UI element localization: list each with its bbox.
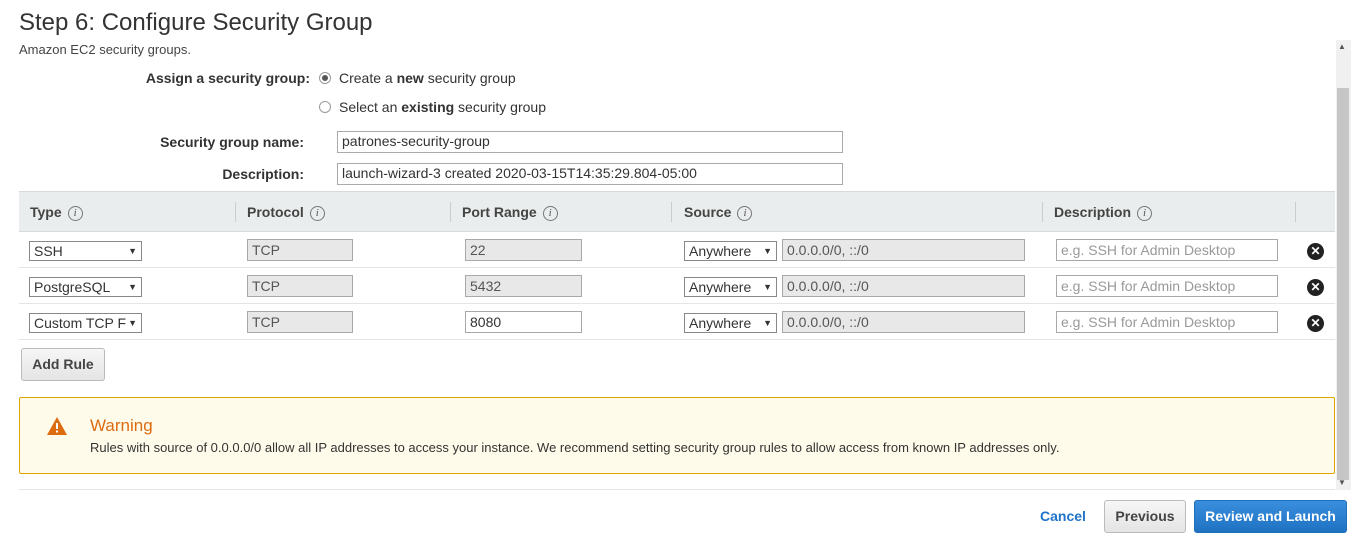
security-group-name-input[interactable]: patrones-security-group: [337, 131, 843, 153]
page-subtitle: Amazon EC2 security groups.: [19, 42, 191, 57]
rule-description-input[interactable]: e.g. SSH for Admin Desktop: [1056, 311, 1278, 333]
previous-button[interactable]: Previous: [1104, 500, 1186, 533]
protocol-field: TCP: [247, 275, 353, 297]
dropdown-arrow-icon: ▼: [128, 318, 137, 328]
table-header: Type i Protocol i Port Range i Source i Desc…: [19, 191, 1335, 232]
header-divider: [1295, 202, 1296, 222]
info-icon[interactable]: i: [737, 205, 753, 221]
info-icon[interactable]: i: [542, 205, 558, 221]
table-row: Custom TCP F ▼ TCP 8080 Anywhere ▼ 0.0.0.0…: [19, 304, 1335, 340]
header-type[interactable]: Type i: [30, 192, 83, 232]
scroll-up-icon[interactable]: ▲: [1338, 42, 1346, 51]
rule-description-input[interactable]: e.g. SSH for Admin Desktop: [1056, 275, 1278, 297]
source-cidr-field[interactable]: 0.0.0.0/0, ::/0: [782, 311, 1025, 333]
page-title: Step 6: Configure Security Group: [19, 9, 373, 36]
scrollbar-thumb[interactable]: [1337, 88, 1349, 480]
protocol-field: TCP: [247, 311, 353, 333]
source-select[interactable]: Anywhere ▼: [684, 241, 777, 261]
port-range-field: 5432: [465, 275, 582, 297]
description-label: Description:: [222, 166, 304, 182]
header-divider: [671, 202, 672, 222]
header-divider: [1042, 202, 1043, 222]
type-select[interactable]: SSH ▼: [29, 241, 142, 261]
radio-create-new[interactable]: Create a new security group: [319, 70, 516, 86]
header-source[interactable]: Source i: [684, 192, 753, 232]
port-range-field: 22: [465, 239, 582, 261]
dropdown-arrow-icon: ▼: [128, 246, 137, 256]
radio-button[interactable]: [319, 101, 331, 113]
header-divider: [450, 202, 451, 222]
assign-security-group-label: Assign a security group:: [145, 70, 310, 86]
info-icon[interactable]: i: [67, 205, 83, 221]
header-port-range[interactable]: Port Range i: [462, 192, 558, 232]
type-select[interactable]: Custom TCP F ▼: [29, 313, 142, 333]
warning-alert: Warning Rules with source of 0.0.0.0/0 a…: [19, 397, 1335, 474]
source-select[interactable]: Anywhere ▼: [684, 313, 777, 333]
info-icon[interactable]: i: [309, 205, 325, 221]
radio-button-selected[interactable]: [319, 72, 331, 84]
radio-select-existing[interactable]: Select an existing security group: [319, 99, 546, 115]
warning-message: Rules with source of 0.0.0.0/0 allow all…: [90, 440, 1060, 455]
add-rule-button[interactable]: Add Rule: [21, 348, 105, 381]
table-row: SSH ▼ TCP 22 Anywhere ▼ 0.0.0.0/0, ::/0 e.…: [19, 232, 1335, 268]
port-range-input[interactable]: 8080: [465, 311, 582, 333]
radio-select-existing-label: Select an existing security group: [339, 99, 546, 115]
radio-create-new-label: Create a new security group: [339, 70, 516, 86]
warning-icon: [47, 417, 67, 435]
protocol-field: TCP: [247, 239, 353, 261]
table-row: PostgreSQL ▼ TCP 5432 Anywhere ▼ 0.0.0.0/0…: [19, 268, 1335, 304]
footer-divider: [19, 489, 1335, 490]
dropdown-arrow-icon: ▼: [763, 282, 772, 292]
security-group-name-label: Security group name:: [160, 134, 304, 150]
header-divider: [235, 202, 236, 222]
rules-table: Type i Protocol i Port Range i Source i Desc…: [19, 191, 1335, 340]
header-protocol[interactable]: Protocol i: [247, 192, 325, 232]
remove-rule-icon[interactable]: ✕: [1307, 315, 1324, 332]
dropdown-arrow-icon: ▼: [763, 318, 772, 328]
review-and-launch-button[interactable]: Review and Launch: [1194, 500, 1347, 533]
dropdown-arrow-icon: ▼: [128, 282, 137, 292]
source-cidr-field[interactable]: 0.0.0.0/0, ::/0: [782, 275, 1025, 297]
dropdown-arrow-icon: ▼: [763, 246, 772, 256]
scroll-down-icon[interactable]: ▼: [1338, 478, 1346, 487]
source-select[interactable]: Anywhere ▼: [684, 277, 777, 297]
remove-rule-icon[interactable]: ✕: [1307, 243, 1324, 260]
type-select[interactable]: PostgreSQL ▼: [29, 277, 142, 297]
header-description[interactable]: Description i: [1054, 192, 1153, 232]
cancel-link[interactable]: Cancel: [1040, 508, 1086, 524]
description-input[interactable]: launch-wizard-3 created 2020-03-15T14:35…: [337, 163, 843, 185]
remove-rule-icon[interactable]: ✕: [1307, 279, 1324, 296]
source-cidr-field[interactable]: 0.0.0.0/0, ::/0: [782, 239, 1025, 261]
info-icon[interactable]: i: [1137, 205, 1153, 221]
warning-title: Warning: [90, 416, 153, 435]
rule-description-input[interactable]: e.g. SSH for Admin Desktop: [1056, 239, 1278, 261]
